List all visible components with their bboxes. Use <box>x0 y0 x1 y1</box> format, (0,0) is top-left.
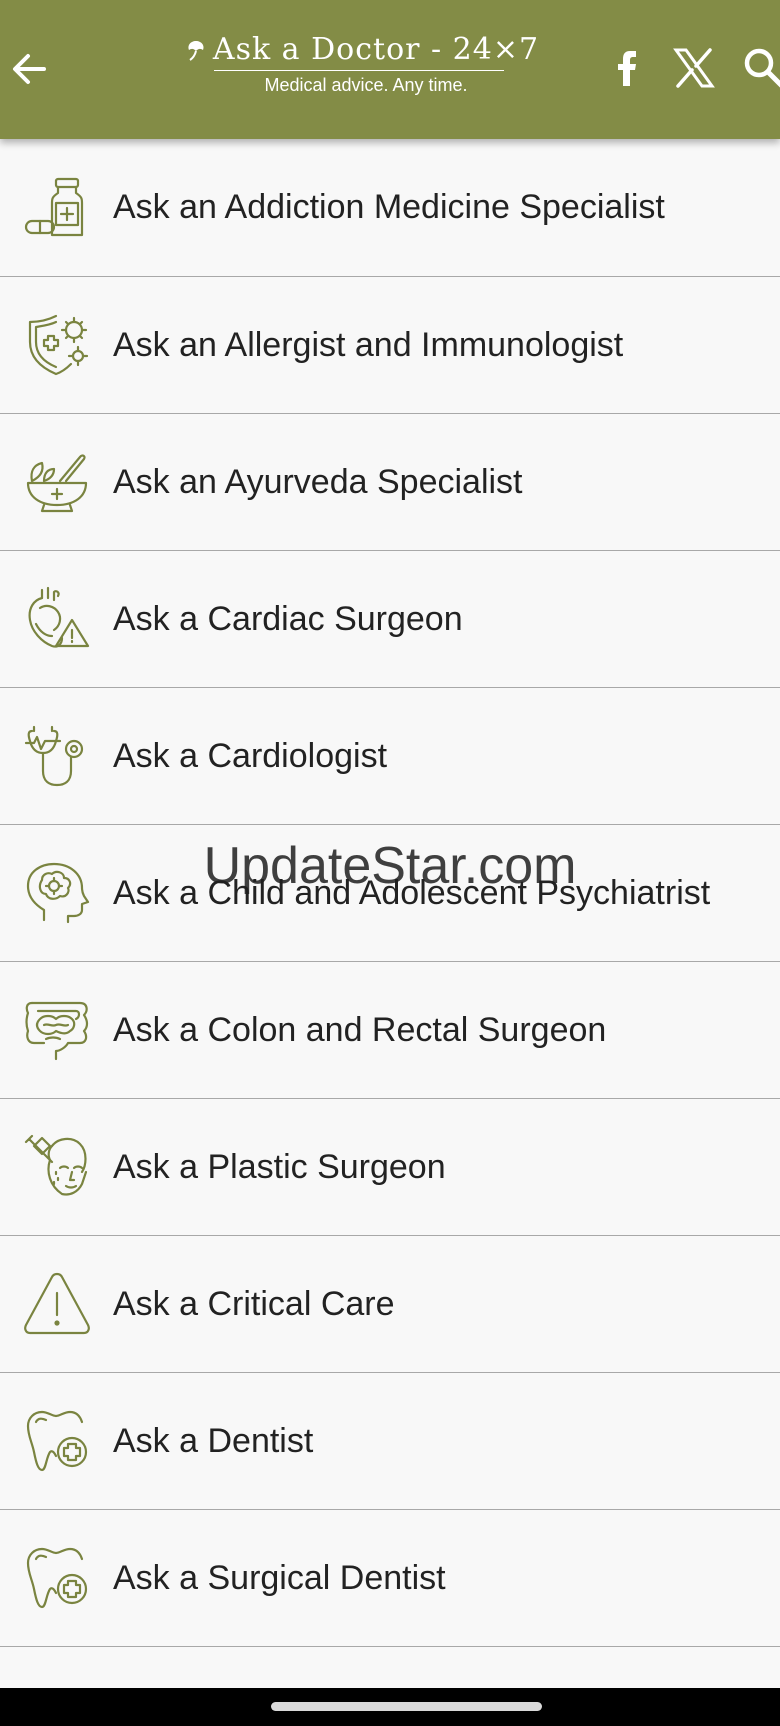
system-nav-bar <box>0 1688 780 1726</box>
back-arrow-icon[interactable] <box>8 48 50 90</box>
list-item[interactable]: Ask a Critical Care <box>0 1236 780 1373</box>
brand-title: Ask a Doctor - 24×7 <box>212 32 540 67</box>
x-icon[interactable] <box>672 46 716 90</box>
heart-warning-icon <box>28 586 90 648</box>
list-item-label: Ask an Addiction Medicine Specialist <box>113 188 665 226</box>
leaf-logo-icon <box>188 41 204 61</box>
list-item[interactable]: Ask a Dentist <box>0 1373 780 1510</box>
list-item[interactable]: Ask a Child and Adolescent Psychiatrist <box>0 825 780 962</box>
list-item-label: Ask a Dentist <box>113 1421 314 1460</box>
list-item-label: Ask a Cardiac Surgeon <box>113 599 463 638</box>
list-item[interactable]: Ask an Allergist and Immunologist <box>0 277 780 414</box>
shield-virus-icon <box>28 314 89 376</box>
stethoscope-icon <box>24 725 84 787</box>
list-item-label: Ask a Critical Care <box>113 1284 395 1323</box>
list-item[interactable]: Ask a Colon and Rectal Surgeon <box>0 962 780 1099</box>
list-item[interactable]: Ask an Ayurveda Specialist <box>0 414 780 551</box>
brand-title-row: Ask a Doctor - 24×7 <box>158 30 564 70</box>
home-gesture-handle[interactable] <box>271 1702 542 1711</box>
list-item-label: Ask a Cardiologist <box>113 736 388 775</box>
list-item-label: Ask a Child and Adolescent Psychiatrist <box>113 873 711 912</box>
brand-logo: Ask a Doctor - 24×7 Medical advice. Any … <box>158 30 564 110</box>
list-item-label: Ask a Colon and Rectal Surgeon <box>113 1010 607 1049</box>
list-item-label: Ask an Ayurveda Specialist <box>113 462 523 501</box>
list-item[interactable]: Ask a Cardiologist <box>0 688 780 825</box>
specialist-list: Ask an Addiction Medicine Specialist Ask… <box>0 139 780 1647</box>
list-item-label: Ask a Plastic Surgeon <box>113 1147 446 1186</box>
intestine-icon <box>25 1001 89 1061</box>
tooth-plus-icon <box>26 1547 88 1609</box>
tooth-plus-icon <box>26 1410 88 1472</box>
list-item-label: Ask a Surgical Dentist <box>113 1558 446 1597</box>
brand-tagline: Medical advice. Any time. <box>264 75 468 95</box>
facebook-icon[interactable] <box>605 46 649 90</box>
warning-triangle-icon <box>24 1272 90 1335</box>
list-item[interactable]: Ask a Cardiac Surgeon <box>0 551 780 688</box>
list-item[interactable]: Ask a Surgical Dentist <box>0 1510 780 1647</box>
list-item[interactable]: Ask a Plastic Surgeon <box>0 1099 780 1236</box>
list-item[interactable]: Ask an Addiction Medicine Specialist <box>0 139 780 277</box>
search-icon[interactable] <box>742 46 780 90</box>
head-brain-icon <box>26 862 90 924</box>
medicine-bottle-icon <box>24 177 84 236</box>
list-item-label: Ask an Allergist and Immunologist <box>113 325 624 364</box>
app-header: Ask a Doctor - 24×7 Medical advice. Any … <box>0 0 780 139</box>
mortar-pestle-icon <box>26 454 88 513</box>
face-injection-icon <box>24 1134 88 1196</box>
